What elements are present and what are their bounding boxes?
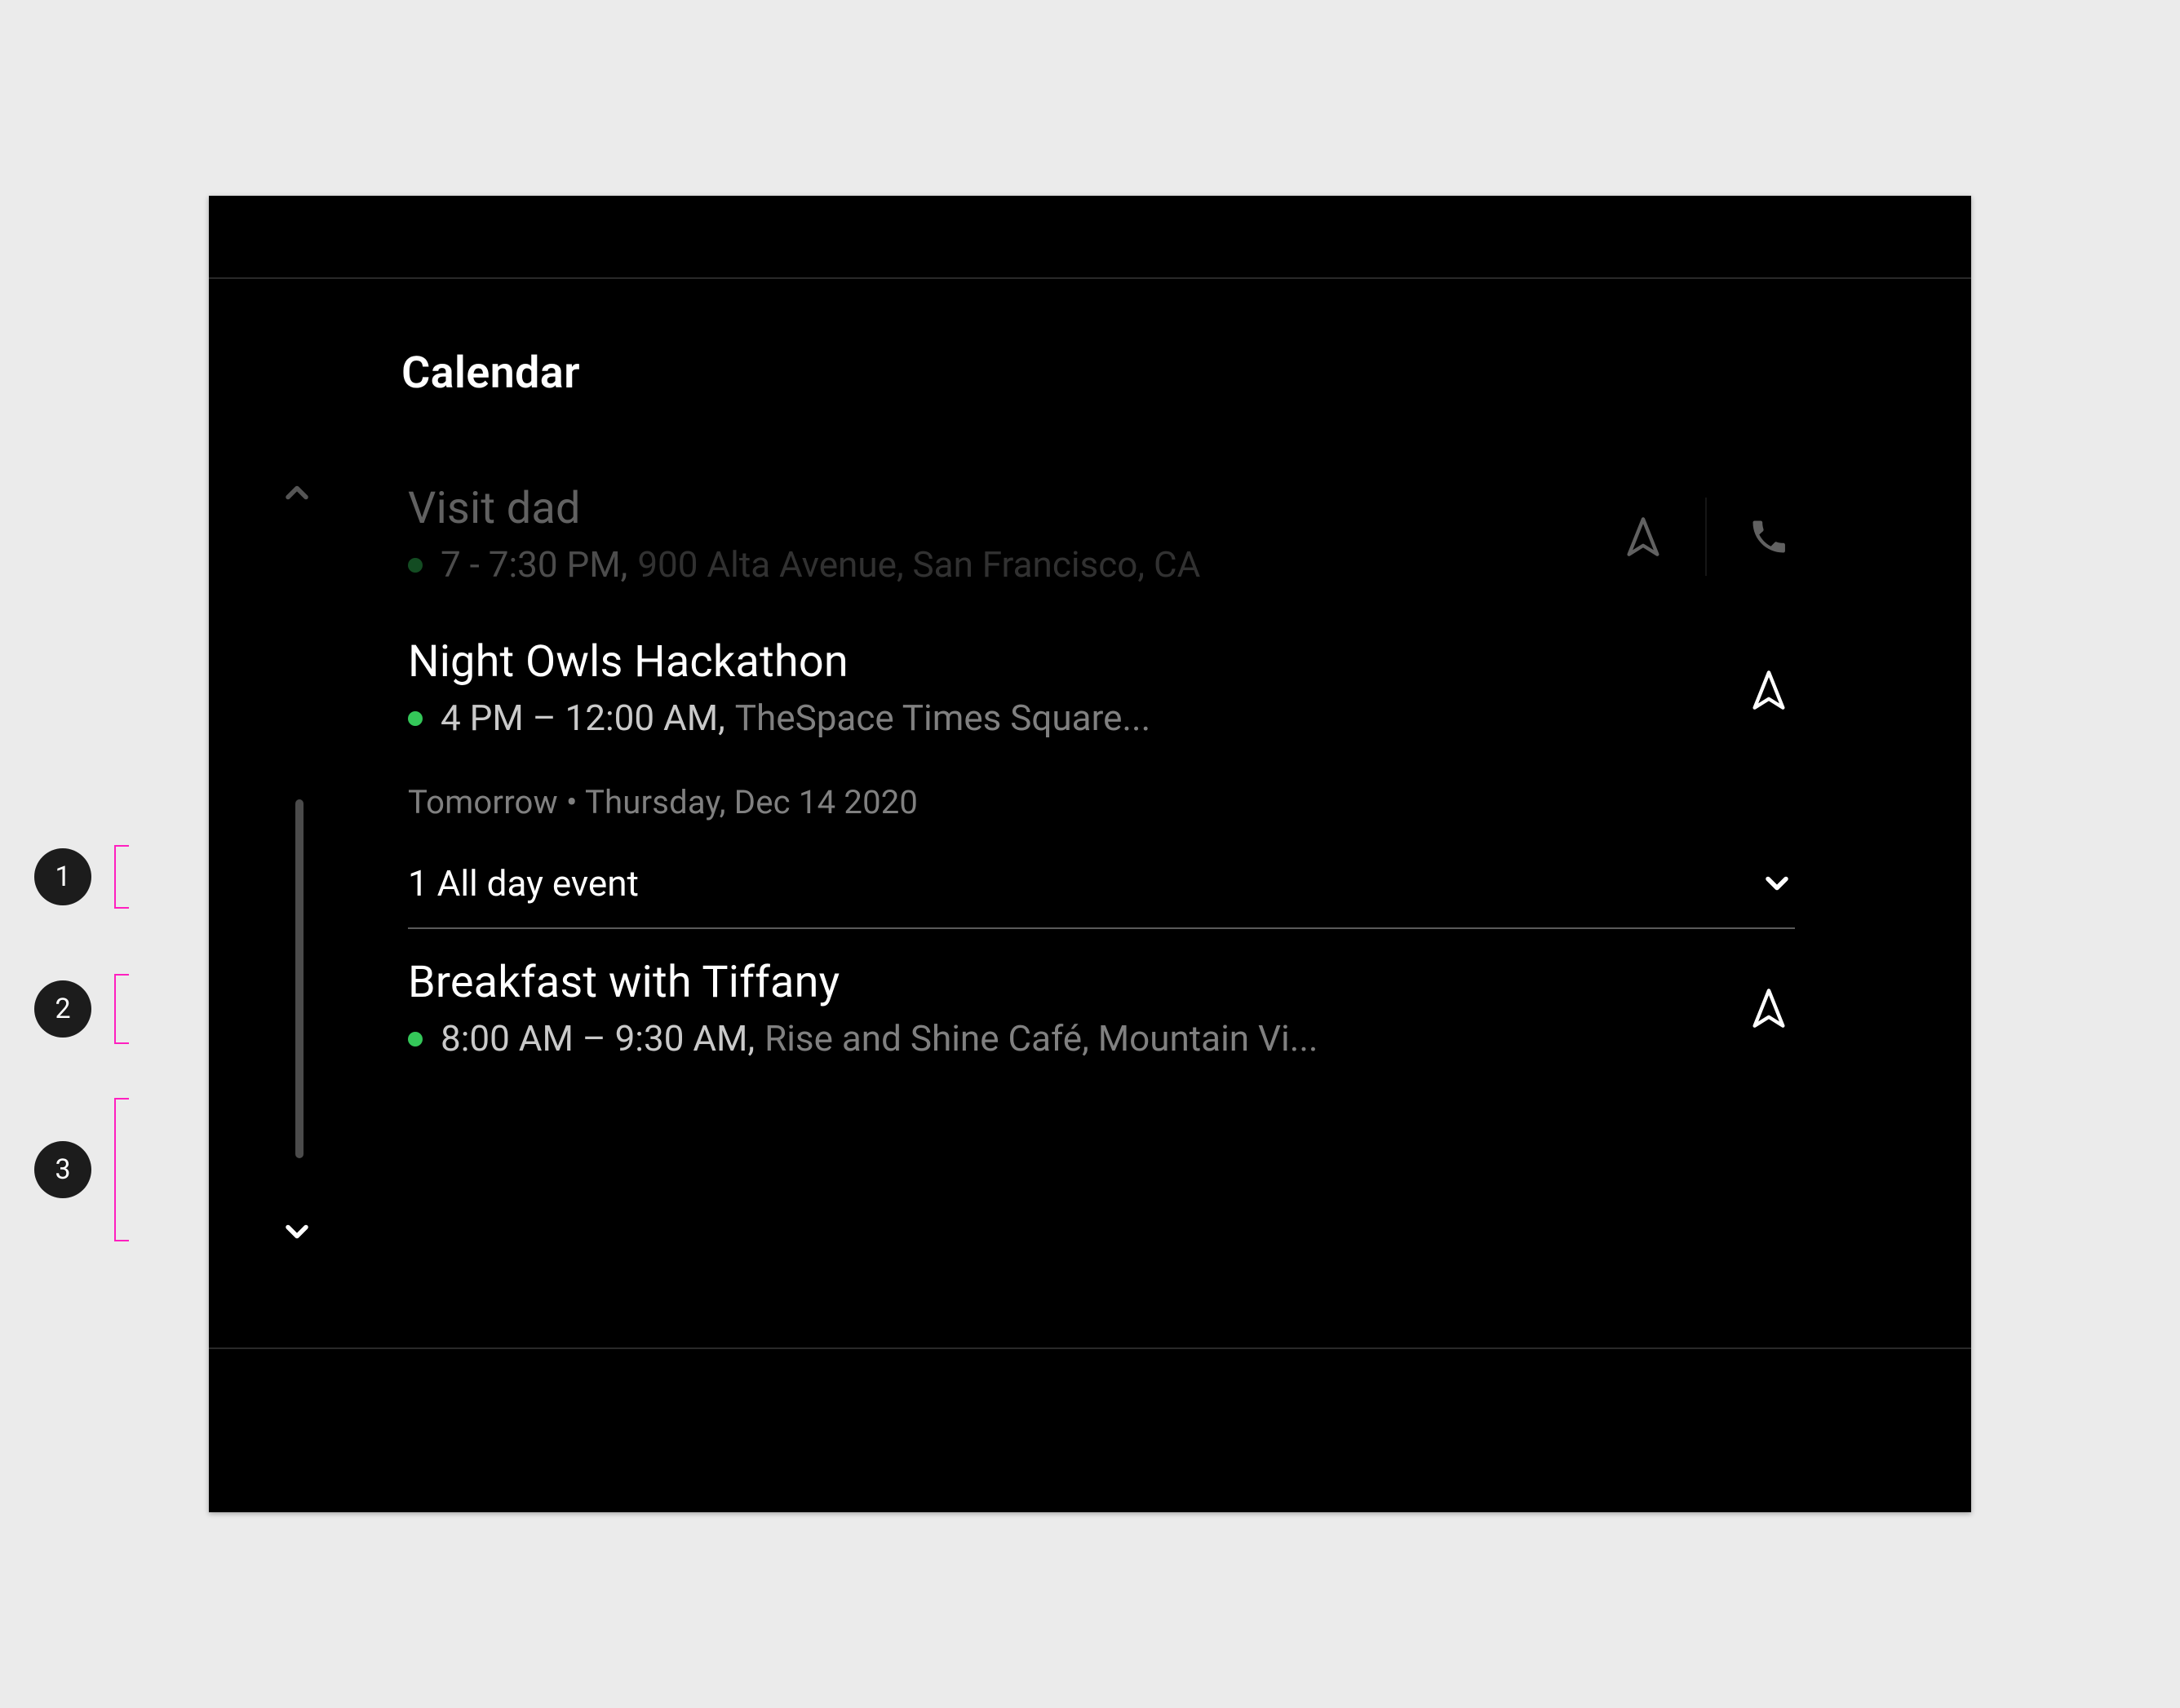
chevron-down-icon — [279, 1214, 315, 1250]
navigate-button[interactable] — [1743, 664, 1795, 716]
navigate-icon — [1622, 515, 1664, 558]
divider — [209, 277, 1971, 279]
navigate-icon — [1748, 987, 1790, 1029]
callout-badge-2: 2 — [34, 980, 91, 1038]
callout-badge-3: 3 — [34, 1141, 91, 1198]
canvas: 1 2 3 Calendar — [0, 0, 2180, 1708]
date-section-header: Tomorrow • Thursday, Dec 14 2020 — [408, 783, 1795, 821]
event-title: Breakfast with Tiffany — [408, 957, 1795, 1008]
event-row[interactable]: Breakfast with Tiffany 8:00 AM – 9:30 AM… — [408, 929, 1795, 1087]
callout-2: 2 — [34, 974, 135, 1044]
chevron-up-icon — [279, 475, 315, 511]
calendar-dot-icon — [408, 711, 423, 726]
event-location: 900 Alta Avenue, San Francisco, CA — [637, 542, 1200, 587]
event-list: Visit dad 7 - 7:30 PM, 900 Alta Avenue, … — [408, 460, 1795, 1087]
event-title: Visit dad — [408, 483, 1795, 534]
allday-label: 1 All day event — [408, 862, 639, 905]
call-button[interactable] — [1743, 511, 1795, 563]
phone-icon — [1748, 515, 1790, 558]
callout-badge-1: 1 — [34, 848, 91, 905]
event-subtitle: 4 PM – 12:00 AM, TheSpace Times Square..… — [408, 696, 1795, 741]
event-location: TheSpace Times Square... — [735, 696, 1150, 741]
page-title: Calendar — [401, 347, 580, 399]
event-time: 7 - 7:30 PM, — [441, 542, 627, 587]
event-time: 8:00 AM – 9:30 AM, — [441, 1016, 755, 1061]
event-row[interactable]: Night Owls Hackathon 4 PM – 12:00 AM, Th… — [408, 613, 1795, 767]
chevron-down-icon — [1759, 865, 1795, 901]
event-actions — [1743, 982, 1795, 1034]
app-frame: Calendar Visit dad — [209, 196, 1971, 1512]
callout-bracket-1 — [114, 845, 135, 909]
event-title: Night Owls Hackathon — [408, 636, 1795, 688]
calendar-dot-icon — [408, 1032, 423, 1046]
callout-bracket-2 — [114, 974, 135, 1044]
event-time: 4 PM – 12:00 AM, — [441, 696, 725, 741]
event-subtitle: 7 - 7:30 PM, 900 Alta Avenue, San Franci… — [408, 542, 1795, 587]
scroll-up-button[interactable] — [277, 473, 317, 512]
event-location: Rise and Shine Café, Mountain Vi... — [764, 1016, 1318, 1061]
event-subtitle: 8:00 AM – 9:30 AM, Rise and Shine Café, … — [408, 1016, 1795, 1061]
navigate-button[interactable] — [1743, 982, 1795, 1034]
divider — [209, 1347, 1971, 1349]
event-actions — [1617, 498, 1795, 576]
calendar-dot-icon — [408, 558, 423, 573]
allday-toggle[interactable]: 1 All day event — [408, 839, 1795, 927]
callout-bracket-3 — [114, 1098, 135, 1241]
event-actions — [1743, 664, 1795, 716]
navigate-button[interactable] — [1617, 511, 1669, 563]
scroll-down-button[interactable] — [277, 1212, 317, 1251]
event-row[interactable]: Visit dad 7 - 7:30 PM, 900 Alta Avenue, … — [408, 460, 1795, 613]
navigate-icon — [1748, 669, 1790, 711]
scrollbar[interactable] — [295, 799, 304, 1158]
callout-3: 3 — [34, 1098, 135, 1241]
callout-1: 1 — [34, 845, 135, 909]
divider — [1705, 498, 1707, 576]
